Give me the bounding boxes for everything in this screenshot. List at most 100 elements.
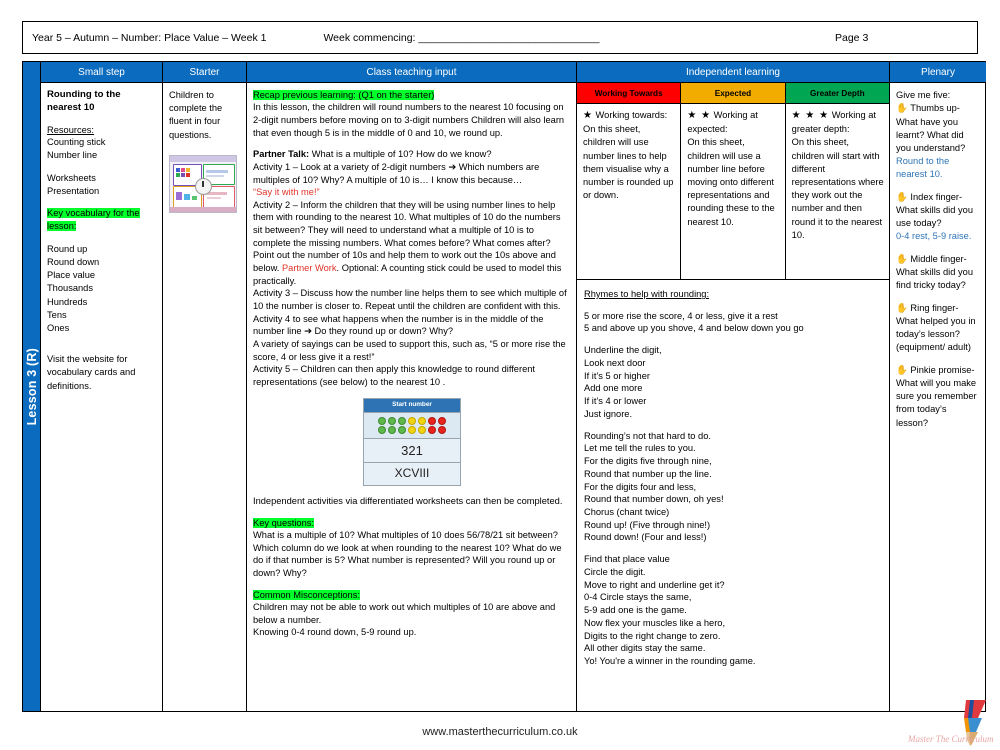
column-small-step: Small step Rounding to the nearest 10 Re… xyxy=(41,62,163,711)
starter-text: Children to complete the fluent in four … xyxy=(169,90,223,140)
footer-website-url: www.masterthecurriculum.co.uk xyxy=(422,726,578,738)
vocab-item: Place value xyxy=(47,270,96,281)
column-header-class-teaching-input: Class teaching input xyxy=(247,62,576,83)
logo-wordmark: Master The Curriculum xyxy=(908,734,994,744)
rhyme-line: For the digits five through nine, xyxy=(584,456,712,467)
counter-red-dot xyxy=(438,425,446,434)
star-rating-icon: ★ ★ xyxy=(687,110,712,121)
vocab-item: Hundreds xyxy=(47,296,88,307)
misconception-item: Children may not be able to work out whi… xyxy=(253,602,556,625)
plenary-item: ✋ Pinkie promise- What will you make sur… xyxy=(896,364,981,430)
rhyme-line: Digits to the right change to zero. xyxy=(584,630,721,641)
plenary-item: ✋ Ring finger- What helped you in today’… xyxy=(896,302,981,355)
band-body-expected: ★ ★ Working at expected: On this sheet, … xyxy=(681,104,786,279)
plenary-item-answer: Round to the nearest 10. xyxy=(896,156,950,180)
band-description: On this sheet, children will use number … xyxy=(583,124,674,201)
plenary-item-text: Pinkie promise- What will you make sure … xyxy=(896,364,977,428)
hand-icon: ✋ xyxy=(896,364,908,376)
band-header-expected: Expected xyxy=(681,83,786,103)
resources-label: Resources: xyxy=(47,124,95,135)
rhyme-line: Move to right and underline get it? xyxy=(584,579,725,590)
small-step-body: Rounding to the nearest 10 Resources: Co… xyxy=(41,83,162,711)
resource-item: Worksheets xyxy=(47,172,96,183)
header-page-number: Page 3 xyxy=(835,31,869,44)
rhyme-line: 5-9 add one is the game. xyxy=(584,605,687,616)
activity-4: Activity 4 to see what happens when the … xyxy=(253,313,544,337)
rhyme-line: For the digits four and less, xyxy=(584,481,697,492)
column-class-teaching-input: Class teaching input Recap previous lear… xyxy=(247,62,577,711)
counter-yellow-dot xyxy=(418,425,426,434)
website-note: Visit the website for vocabulary cards a… xyxy=(47,354,136,391)
plenary-item: ✋ Index finger- What skills did you use … xyxy=(896,191,981,244)
counter-row xyxy=(368,425,456,434)
vocab-item: Ones xyxy=(47,323,70,334)
partner-talk: Partner Talk: What is a multiple of 10? … xyxy=(253,149,492,160)
band-heading: Working towards: xyxy=(592,110,668,120)
rhyme-line: If it’s 5 or higher xyxy=(584,370,650,381)
attainment-band-headers: Working Towards Expected Greater Depth xyxy=(577,83,889,104)
plenary-item-answer: 0-4 rest, 5-9 raise. xyxy=(896,231,972,242)
key-questions-body: What is a multiple of 10? What multiples… xyxy=(253,530,562,579)
rhyme-stanza: Find that place value Circle the digit. … xyxy=(584,553,883,668)
counter-red-dot xyxy=(428,425,436,434)
band-header-working-towards: Working Towards xyxy=(577,83,682,103)
counter-green-dot xyxy=(388,416,396,425)
plenary-item-text: Index finger- What skills did you use to… xyxy=(896,191,973,229)
recap-label: Recap previous learning: (Q1 on the star… xyxy=(253,90,435,100)
rhyme-stanza: Rounding’s not that hard to do. Let me t… xyxy=(584,430,883,545)
band-description: On this sheet, children will use a numbe… xyxy=(687,137,775,227)
counter-yellow-dot xyxy=(408,416,416,425)
hand-icon: ✋ xyxy=(896,253,908,265)
rhymes-title: Rhymes to help with rounding: xyxy=(584,289,710,299)
recap-body: In this lesson, the children will round … xyxy=(253,102,565,138)
column-starter: Starter Children to complete the fluent … xyxy=(163,62,247,711)
starter-worksheet-thumbnail-image xyxy=(169,154,237,213)
lesson-plan-table: Lesson 3 (R) Small step Rounding to the … xyxy=(22,61,986,712)
misconceptions-label: Common Misconceptions: xyxy=(253,589,360,600)
counter-green-dot xyxy=(378,416,386,425)
sayings-note: A variety of sayings can be used to supp… xyxy=(253,338,566,362)
counter-green-dot xyxy=(398,425,406,434)
rhyme-line: All other digits stay the same. xyxy=(584,643,706,654)
star-rating-icon: ★ xyxy=(583,110,593,121)
rhyme-line: 0-4 Circle stays the same, xyxy=(584,592,692,603)
vocab-item: Thousands xyxy=(47,283,93,294)
start-number-representation-table: Start number 321 XCVIII xyxy=(363,398,461,487)
document-header: Year 5 – Autumn – Number: Place Value – … xyxy=(22,21,978,54)
plenary-item: ✋ Middle finger- What skills did you fin… xyxy=(896,253,981,293)
counter-yellow-dot xyxy=(418,416,426,425)
master-the-curriculum-logo: Master The Curriculum xyxy=(908,698,994,748)
activity-5: Activity 5 – Children can then apply thi… xyxy=(253,364,536,387)
hand-icon: ✋ xyxy=(896,103,908,115)
rhyme-line: Underline the digit, xyxy=(584,345,662,356)
column-header-small-step: Small step xyxy=(41,62,162,83)
rhyme-line: Round down! (Four and less!) xyxy=(584,532,707,543)
say-it-with-me: “Say it with me!” xyxy=(253,187,320,198)
column-header-starter: Starter xyxy=(163,62,246,83)
rhyme-line: Round up! (Five through nine!) xyxy=(584,519,711,530)
rhyme-line: Add one more xyxy=(584,383,643,394)
header-week-commencing: Week commencing: _______________________… xyxy=(323,31,600,44)
header-term: Year 5 – Autumn – Number: Place Value – … xyxy=(32,31,267,44)
small-step-title: Rounding to the nearest 10 xyxy=(47,89,121,113)
plenary-body: Give me five: ✋ Thumbs up- What have you… xyxy=(890,83,986,711)
rhyme-line: Round that number down, oh yes! xyxy=(584,494,724,505)
counter-green-dot xyxy=(378,425,386,434)
rhymes-section: Rhymes to help with rounding: 5 or more … xyxy=(577,280,889,672)
starter-body: Children to complete the fluent in four … xyxy=(163,83,246,711)
key-vocabulary-label: Key vocabulary for the lesson: xyxy=(47,207,140,232)
independent-activities-note: Independent activities via differentiate… xyxy=(253,496,563,507)
attainment-band-descriptions: ★ Working towards: On this sheet, childr… xyxy=(577,104,889,280)
vocab-item: Tens xyxy=(47,309,67,320)
start-number-value: 321 xyxy=(364,438,460,464)
plenary-item-text: Ring finger- What helped you in today’s … xyxy=(896,302,976,353)
teaching-body: Recap previous learning: (Q1 on the star… xyxy=(247,83,576,711)
counter-green-dot xyxy=(388,425,396,434)
rhyme-line: Find that place value xyxy=(584,554,670,565)
plenary-item: ✋ Thumbs up- What have you learnt? What … xyxy=(896,102,981,181)
plenary-intro: Give me five: xyxy=(896,90,951,100)
rhyme-line: Look next door xyxy=(584,357,646,368)
activity-2: Activity 2 – Inform the children that th… xyxy=(253,199,562,286)
lesson-tab-label: Lesson 3 (R) xyxy=(24,347,39,426)
counter-red-dot xyxy=(438,416,446,425)
